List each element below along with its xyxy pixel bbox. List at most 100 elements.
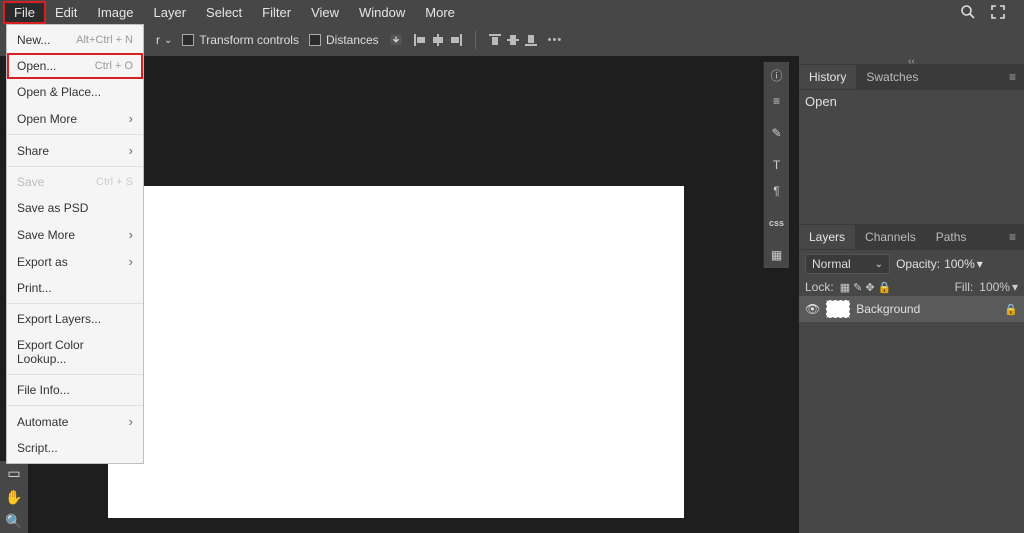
tool-rectangle-icon[interactable]: ▭ bbox=[0, 461, 28, 485]
align-middle-icon[interactable] bbox=[506, 33, 520, 47]
tab-paths[interactable]: Paths bbox=[926, 225, 977, 249]
search-icon[interactable] bbox=[960, 4, 990, 20]
menu-edit[interactable]: Edit bbox=[45, 2, 87, 23]
file-menu-item-label: Automate bbox=[17, 415, 68, 429]
history-panel-body: Open bbox=[799, 90, 1024, 224]
align-right-icon[interactable] bbox=[449, 33, 463, 47]
tab-history[interactable]: History bbox=[799, 65, 856, 89]
fill-label: Fill: bbox=[955, 280, 974, 294]
menu-layer[interactable]: Layer bbox=[144, 2, 197, 23]
history-item[interactable]: Open bbox=[805, 94, 1018, 109]
options-bar: r ⌄ Transform controls Distances ••• bbox=[0, 24, 1024, 56]
history-panel-menu-icon[interactable]: ≡ bbox=[1001, 70, 1024, 84]
chevron-down-icon: ⌄ bbox=[164, 35, 172, 46]
layer-thumbnail[interactable] bbox=[826, 300, 850, 318]
menu-view[interactable]: View bbox=[301, 2, 349, 23]
fill-value: 100% bbox=[979, 280, 1010, 294]
blend-mode-select[interactable]: Normal ⌄ bbox=[805, 254, 890, 274]
lines-icon[interactable]: ≡ bbox=[764, 88, 789, 114]
transform-controls-toggle[interactable]: Transform controls bbox=[182, 33, 299, 47]
file-menu-item[interactable]: File Info... bbox=[7, 377, 143, 403]
visibility-eye-icon[interactable]: 👁 bbox=[805, 302, 820, 316]
opacity-value: 100% bbox=[944, 257, 975, 271]
file-menu-item[interactable]: Automate bbox=[7, 408, 143, 435]
file-menu-item[interactable]: Open & Place... bbox=[7, 79, 143, 105]
tab-channels[interactable]: Channels bbox=[855, 225, 926, 249]
file-menu-item[interactable]: New...Alt+Ctrl + N bbox=[7, 27, 143, 53]
menu-separator bbox=[7, 166, 143, 167]
align-center-h-icon[interactable] bbox=[431, 33, 445, 47]
menu-separator bbox=[7, 405, 143, 406]
menu-bar: File Edit Image Layer Select Filter View… bbox=[0, 0, 1024, 24]
lock-icon: 🔒 bbox=[1004, 303, 1018, 316]
file-menu-item-label: Save More bbox=[17, 228, 75, 242]
file-menu-item-label: Print... bbox=[17, 281, 52, 295]
file-menu-item[interactable]: Export Layers... bbox=[7, 306, 143, 332]
lock-position-icon[interactable]: ✥ bbox=[865, 281, 874, 294]
tool-hand-icon[interactable]: ✋ bbox=[0, 485, 28, 509]
file-menu-item[interactable]: Share bbox=[7, 137, 143, 164]
layer-name: Background bbox=[856, 302, 998, 316]
fullscreen-icon[interactable] bbox=[990, 4, 1020, 20]
file-menu-item[interactable]: Script... bbox=[7, 435, 143, 461]
align-left-icon[interactable] bbox=[413, 33, 427, 47]
opacity-control[interactable]: Opacity: 100% ▾ bbox=[896, 257, 983, 271]
file-menu-item-label: Open... bbox=[17, 59, 56, 73]
options-dropdown[interactable]: r ⌄ bbox=[156, 33, 172, 47]
file-menu-dropdown: New...Alt+Ctrl + N Open... Ctrl + O Open & … bbox=[6, 24, 144, 464]
file-menu-item[interactable]: Export as bbox=[7, 248, 143, 275]
menu-image[interactable]: Image bbox=[87, 2, 143, 23]
file-menu-item-label: Save bbox=[17, 175, 44, 189]
align-top-icon[interactable] bbox=[488, 33, 502, 47]
file-menu-item[interactable]: Save as PSD bbox=[7, 195, 143, 221]
lock-transparency-icon[interactable]: ▦ bbox=[840, 281, 850, 294]
file-menu-item[interactable]: Open... Ctrl + O bbox=[7, 53, 143, 79]
file-menu-item[interactable]: Print... bbox=[7, 275, 143, 301]
download-icon[interactable] bbox=[389, 33, 403, 47]
menu-select[interactable]: Select bbox=[196, 2, 252, 23]
right-icon-column: ⓘ ≡ ✎ T ¶ css ▦ bbox=[763, 62, 789, 268]
menu-separator bbox=[7, 303, 143, 304]
panel-collapse-icon[interactable]: ‹‹ bbox=[799, 56, 1024, 64]
file-menu-item: SaveCtrl + S bbox=[7, 169, 143, 195]
more-options-icon[interactable]: ••• bbox=[548, 34, 563, 46]
menu-file[interactable]: File bbox=[4, 2, 45, 23]
menu-separator bbox=[7, 374, 143, 375]
layers-panel-tabs: Layers Channels Paths ≡ bbox=[799, 224, 1024, 250]
history-panel-tabs: History Swatches ≡ bbox=[799, 64, 1024, 90]
file-menu-item[interactable]: Save More bbox=[7, 221, 143, 248]
file-menu-item[interactable]: Open More bbox=[7, 105, 143, 132]
file-menu-item-label: Open More bbox=[17, 112, 77, 126]
lock-pixels-icon[interactable]: ✎ bbox=[853, 281, 862, 294]
tab-layers[interactable]: Layers bbox=[799, 225, 855, 249]
info-icon[interactable]: ⓘ bbox=[764, 62, 789, 88]
distances-toggle[interactable]: Distances bbox=[309, 33, 379, 47]
paragraph-icon[interactable]: ¶ bbox=[764, 178, 789, 204]
file-menu-item-shortcut: Ctrl + O bbox=[95, 60, 133, 72]
file-menu-item-shortcut: Alt+Ctrl + N bbox=[76, 34, 133, 46]
align-group-vertical bbox=[488, 33, 538, 47]
fill-control[interactable]: 100% ▾ bbox=[979, 280, 1018, 294]
brush-icon[interactable]: ✎ bbox=[764, 120, 789, 146]
thumbnail-icon[interactable]: ▦ bbox=[764, 242, 789, 268]
menu-more[interactable]: More bbox=[415, 2, 465, 23]
lock-label: Lock: bbox=[805, 280, 834, 294]
layers-list: 👁 Background 🔒 bbox=[799, 296, 1024, 533]
opt-dropdown-suffix: r bbox=[156, 33, 160, 47]
tab-swatches[interactable]: Swatches bbox=[856, 65, 928, 89]
lock-all-icon[interactable]: 🔒 bbox=[878, 281, 892, 294]
layer-controls-row: Normal ⌄ Opacity: 100% ▾ bbox=[799, 250, 1024, 278]
opacity-label: Opacity: bbox=[896, 257, 940, 271]
align-group-horizontal bbox=[413, 33, 463, 47]
left-toolbar: ▭ ✋ 🔍 bbox=[0, 461, 28, 533]
document-canvas[interactable] bbox=[108, 186, 684, 518]
file-menu-item[interactable]: Export Color Lookup... bbox=[7, 332, 143, 372]
css-icon[interactable]: css bbox=[764, 210, 789, 236]
align-bottom-icon[interactable] bbox=[524, 33, 538, 47]
menu-window[interactable]: Window bbox=[349, 2, 415, 23]
menu-filter[interactable]: Filter bbox=[252, 2, 301, 23]
layers-panel-menu-icon[interactable]: ≡ bbox=[1001, 230, 1024, 244]
layer-row[interactable]: 👁 Background 🔒 bbox=[799, 296, 1024, 322]
tool-zoom-icon[interactable]: 🔍 bbox=[0, 509, 28, 533]
text-icon[interactable]: T bbox=[764, 152, 789, 178]
